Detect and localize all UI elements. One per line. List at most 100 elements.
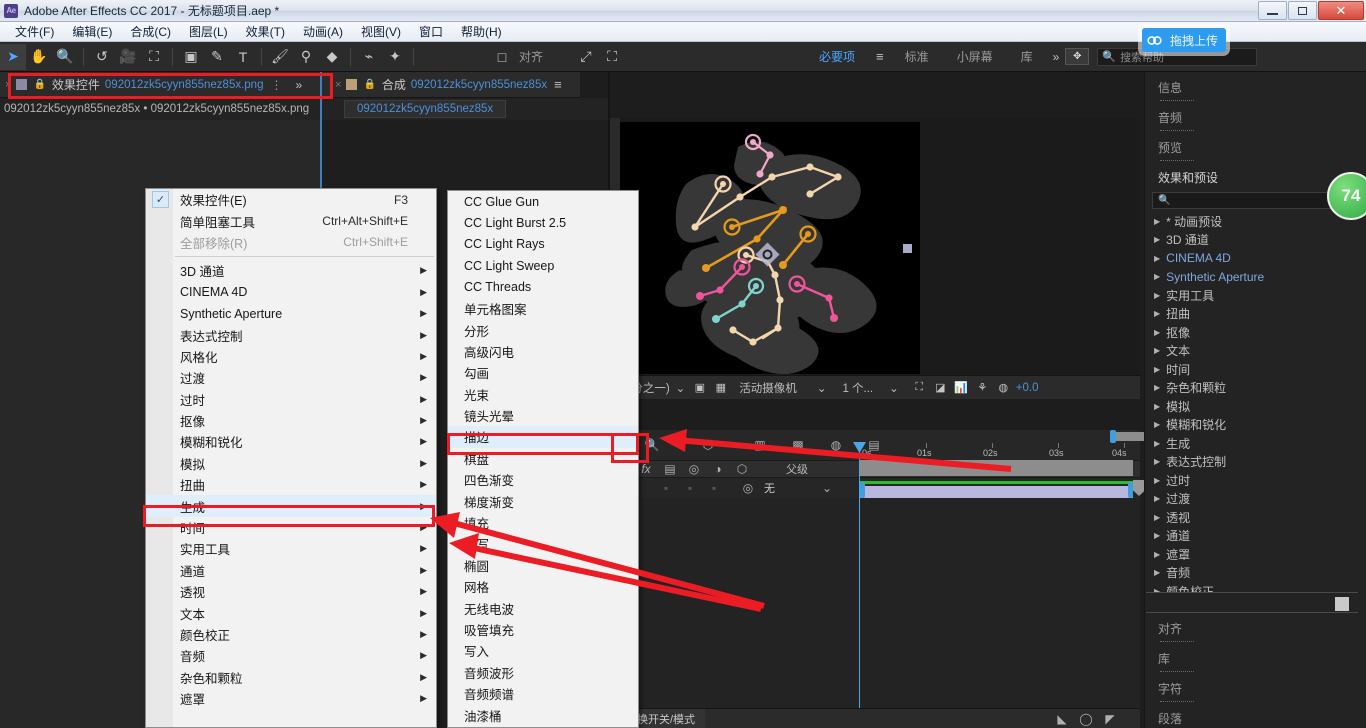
effects-list-item[interactable]: ▶ 实用工具 (1146, 286, 1358, 305)
exposure-icon[interactable]: ◍ (995, 380, 1012, 395)
effect-menu-item[interactable]: 模拟 ▶ (146, 453, 436, 474)
graph-editor-icon[interactable]: ◍ (824, 435, 848, 455)
effects-list-item[interactable]: ▶ 过时 (1146, 471, 1358, 490)
camera-chevron-icon[interactable]: ⌄ (817, 381, 827, 395)
effect-submenu-item[interactable]: 写入 (448, 640, 638, 661)
dock-tab-character[interactable]: 字符 (1144, 673, 1366, 703)
chevron-right-icon[interactable]: ▶ (1154, 328, 1160, 337)
exposure-value[interactable]: +0.0 (1016, 382, 1039, 394)
effects-list-item[interactable]: ▶ 生成 (1146, 434, 1358, 453)
effect-submenu-item[interactable]: 镜头光晕 (448, 405, 638, 426)
composition-viewer[interactable] (610, 118, 1140, 375)
effect-submenu-item[interactable]: 油漆桶 (448, 704, 638, 725)
effect-submenu-item[interactable]: 勾画 (448, 362, 638, 383)
dock-tab-library[interactable]: 库 (1144, 643, 1366, 673)
workspace-essentials[interactable]: 必要项 (805, 48, 869, 65)
effect-submenu-item[interactable]: 涂写 (448, 533, 638, 554)
effect-menu-item[interactable]: 3D 通道 ▶ (146, 260, 436, 281)
3d-renderer-icon[interactable]: ⬡ (696, 435, 720, 455)
effect-submenu-item[interactable]: 四色渐变 (448, 469, 638, 490)
adjustment-layer-icon[interactable]: ▤ (658, 459, 682, 479)
renderer-icon[interactable]: ⚘ (974, 380, 991, 395)
effects-list-item[interactable]: ▶ 抠像 (1146, 323, 1358, 342)
panel-options-icon[interactable]: ⋮ (263, 78, 289, 92)
selection-tool-icon[interactable]: ➤ (0, 43, 26, 70)
comp-panel-menu-icon[interactable]: ≡ (547, 77, 569, 92)
chevron-right-icon[interactable]: ▶ (1154, 309, 1160, 318)
effect-menu-item[interactable]: ✓ 效果控件(E) F3 (146, 189, 436, 210)
zoom-in-icon[interactable]: ◤ (1098, 709, 1122, 728)
zoom-chevron-icon[interactable]: ⌄ (676, 381, 686, 395)
menu-item-view[interactable]: 视图(V) (352, 22, 410, 41)
effect-submenu[interactable]: CC Glue Gun CC Light Burst 2.5 CC Light Ra… (447, 190, 639, 728)
parent-pickwhip-icon[interactable]: ◎ (736, 478, 760, 498)
dock-tab-align[interactable]: 对齐 (1144, 613, 1366, 643)
effect-menu-item[interactable]: 生成 ▶ (146, 495, 436, 517)
effect-controls-tab-label[interactable]: 效果控件 (52, 76, 100, 93)
clip-in-handle[interactable] (860, 482, 865, 498)
effect-submenu-item[interactable]: 无线电波 (448, 597, 638, 618)
composition-tab-label[interactable]: 合成 (382, 76, 406, 93)
menu-item-window[interactable]: 窗口 (410, 22, 452, 41)
close-panel-icon[interactable]: × (0, 79, 16, 91)
effects-list-item[interactable]: ▶ 过渡 (1146, 490, 1358, 509)
effect-submenu-item[interactable]: 梯度渐变 (448, 490, 638, 511)
camera-tool-icon[interactable]: 🎥 (115, 44, 141, 70)
layer-clip-bar[interactable] (860, 486, 1133, 498)
snapping-tool-icon[interactable]: ⛶ (599, 44, 625, 70)
effects-list-item[interactable]: ▶ 模拟 (1146, 397, 1358, 416)
camera-view-label[interactable]: 活动摄像机 (739, 380, 797, 396)
views-chevron-icon[interactable]: ⌄ (889, 381, 899, 395)
pen-tool-icon[interactable]: ✎ (204, 44, 230, 70)
menu-item-help[interactable]: 帮助(H) (452, 22, 511, 41)
shape-tool-icon[interactable]: ▣ (178, 44, 204, 70)
3d-layer-icon[interactable]: ⬡ (730, 459, 754, 479)
effect-menu-item[interactable]: 扭曲 ▶ (146, 474, 436, 495)
shy-icon[interactable]: ◎ (682, 459, 706, 479)
effect-menu-item[interactable]: 杂色和颗粒 ▶ (146, 667, 436, 688)
effect-menu-item[interactable]: 音频 ▶ (146, 645, 436, 666)
rotation-tool-icon[interactable]: ↺ (89, 44, 115, 70)
hand-tool-icon[interactable]: ✋ (26, 44, 52, 70)
maximize-button[interactable] (1288, 1, 1317, 20)
effects-list-item[interactable]: ▶ 透视 (1146, 508, 1358, 527)
effect-submenu-item[interactable]: CC Light Sweep (448, 255, 638, 276)
effects-list-item[interactable]: ▶ Synthetic Aperture (1146, 268, 1358, 287)
panel-expand-icon[interactable]: » (289, 78, 308, 92)
zoom-slider-handle[interactable]: ◯ (1074, 709, 1098, 728)
region-of-interest-icon[interactable]: ⛶ (911, 380, 928, 395)
pan-behind-tool-icon[interactable]: ⛶ (141, 44, 167, 70)
effect-submenu-item[interactable]: CC Light Burst 2.5 (448, 212, 638, 233)
chevron-right-icon[interactable]: ▶ (1154, 365, 1160, 374)
effects-list-item[interactable]: ▶ 3D 通道 (1146, 231, 1358, 250)
workspace-small-screen[interactable]: 小屏幕 (943, 48, 1007, 65)
menu-item-file[interactable]: 文件(F) (6, 22, 63, 41)
zoom-tool-icon[interactable]: 🔍 (52, 44, 78, 70)
effects-list-item[interactable]: ▶ 颜色校正 (1146, 582, 1358, 592)
menu-item-layer[interactable]: 图层(L) (180, 22, 237, 41)
effect-menu-item[interactable]: 过时 ▶ (146, 389, 436, 410)
chevron-right-icon[interactable]: ▶ (1154, 531, 1160, 540)
timeline-ruler[interactable]: 0s 01s 02s 03s 04s (860, 430, 1366, 460)
parent-dropdown-icon[interactable]: ⌄ (815, 478, 839, 498)
effects-list-item[interactable]: ▶ 文本 (1146, 342, 1358, 361)
menu-item-effect[interactable]: 效果(T) (237, 22, 294, 41)
lock-icon[interactable]: 🔒 (33, 79, 45, 90)
effect-menu-item[interactable]: 颜色校正 ▶ (146, 624, 436, 645)
effect-menu-item[interactable]: CINEMA 4D ▶ (146, 282, 436, 303)
dock-tab-audio[interactable]: 音频 (1144, 102, 1366, 132)
chevron-right-icon[interactable]: ▶ (1154, 402, 1160, 411)
effect-submenu-item[interactable]: 椭圆 (448, 555, 638, 576)
minimize-button[interactable] (1258, 1, 1287, 20)
effect-menu-item[interactable]: 简单阻塞工具 Ctrl+Alt+Shift+E (146, 210, 436, 231)
transparency-grid-icon[interactable]: ▦ (712, 380, 729, 395)
workspace-standard[interactable]: 标准 (891, 48, 943, 65)
effect-submenu-item[interactable]: 网格 (448, 576, 638, 597)
effect-menu-item[interactable]: 时间 ▶ (146, 517, 436, 538)
clone-stamp-tool-icon[interactable]: ⚲ (293, 44, 319, 70)
workspace-library[interactable]: 库 (1007, 48, 1047, 65)
effect-menu-item[interactable]: 模糊和锐化 ▶ (146, 431, 436, 452)
effect-submenu-item[interactable]: 描边 (448, 426, 638, 448)
menu-item-edit[interactable]: 编辑(E) (63, 22, 121, 41)
composition-chip[interactable]: 092012zk5cyyn855nez85x (344, 100, 507, 118)
